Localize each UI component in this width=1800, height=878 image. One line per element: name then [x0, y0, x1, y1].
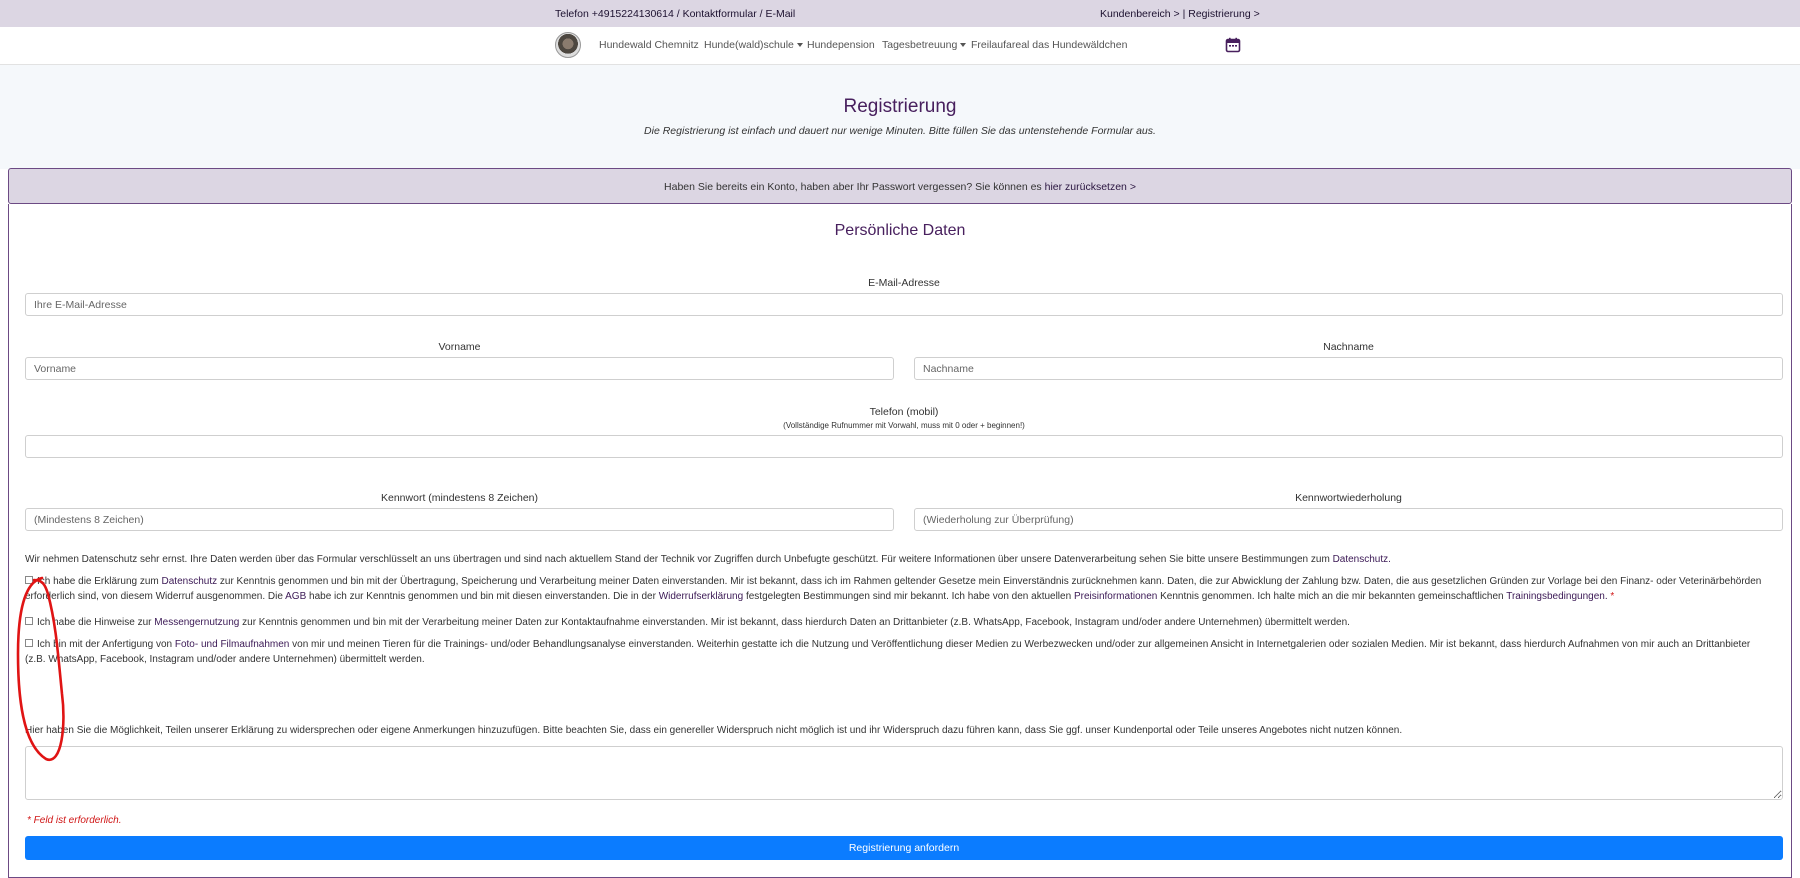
password-reset-notice: Haben Sie bereits ein Konto, haben aber … — [8, 168, 1792, 204]
privacy-intro-text: Wir nehmen Datenschutz sehr ernst. Ihre … — [25, 554, 1333, 565]
page-title: Registrierung — [843, 96, 957, 117]
consent2-text-2: zur Kenntnis genommen und bin mit der Ve… — [239, 617, 1350, 628]
nav-item-hundeschule-label: Hunde(wald)schule — [704, 39, 794, 51]
consent1-prices-link[interactable]: Preisinformationen — [1074, 591, 1157, 602]
required-asterisk: * — [1607, 591, 1615, 602]
chevron-down-icon — [796, 43, 803, 48]
consent1-privacy-link[interactable]: Datenschutz — [162, 576, 218, 587]
nav-item-hundeschule[interactable]: Hunde(wald)schule — [704, 39, 803, 51]
email-field[interactable] — [25, 293, 1783, 316]
required-field-note: * Feld ist erforderlich. — [27, 815, 122, 826]
consent-messenger: Ich habe die Hinweise zur Messengernutzu… — [25, 615, 1765, 630]
calendar-icon[interactable] — [1225, 37, 1241, 53]
firstname-field[interactable] — [25, 357, 894, 380]
consent1-text-3: habe ich zur Kenntnis genommen und bin m… — [306, 591, 659, 602]
main-navigation: Hundewald Chemnitz Hunde(wald)schule Hun… — [0, 27, 1800, 65]
consent1-text-4: festgelegten Bestimmungen sind mir bekan… — [743, 591, 1074, 602]
consent-messenger-checkbox[interactable] — [25, 617, 33, 626]
objection-text: Hier haben Sie die Möglichkeit, Teilen u… — [25, 725, 1403, 736]
consent2-text-1: Ich habe die Hinweise zur — [37, 617, 155, 628]
password-repeat-field[interactable] — [914, 508, 1783, 531]
nav-item-tagesbetreuung-label: Tagesbetreuung — [882, 39, 958, 51]
consent1-text-5: Kenntnis genommen. Ich halte mich an die… — [1157, 591, 1507, 602]
top-contact-bar: Telefon +4915224130614 / Kontaktformular… — [0, 0, 1800, 27]
objection-notes-textarea[interactable] — [25, 746, 1783, 800]
consent-privacy-agb: Ich habe die Erklärung zum Datenschutz z… — [25, 574, 1765, 604]
customer-area-links[interactable]: Kundenbereich > | Registrierung > — [1100, 8, 1260, 20]
privacy-link[interactable]: Datenschutz. — [1333, 554, 1391, 565]
consent1-training-link[interactable]: Trainingsbedingungen. — [1506, 591, 1607, 602]
password-reset-link[interactable]: hier zurücksetzen > — [1045, 181, 1136, 193]
lastname-label: Nachname — [1323, 341, 1374, 353]
phone-label: Telefon (mobil) — [869, 406, 939, 418]
consent-media-checkbox[interactable] — [25, 639, 33, 648]
logo[interactable] — [555, 32, 581, 58]
firstname-label: Vorname — [438, 341, 481, 353]
nav-item-freilaufareal[interactable]: Freilaufareal das Hundewäldchen — [971, 39, 1127, 51]
consent-media: Ich bin mit der Anfertigung von Foto- un… — [25, 637, 1765, 667]
consent2-messenger-link[interactable]: Messengernutzung — [154, 617, 239, 628]
registration-form: Persönliche Daten E-Mail-Adresse Vorname… — [8, 204, 1792, 878]
password-label: Kennwort (mindestens 8 Zeichen) — [381, 492, 538, 504]
submit-registration-button[interactable]: Registrierung anfordern — [25, 836, 1783, 860]
password-field[interactable] — [25, 508, 894, 531]
nav-item-hundewald[interactable]: Hundewald Chemnitz — [599, 39, 699, 51]
consent-privacy-checkbox[interactable] — [25, 576, 33, 585]
consent1-text-1: Ich habe die Erklärung zum — [37, 576, 162, 587]
consent1-agb-link[interactable]: AGB — [285, 591, 306, 602]
chevron-down-icon — [960, 43, 967, 48]
phone-hint: (Vollständige Rufnummer mit Vorwahl, mus… — [783, 421, 1025, 430]
password-reset-text: Haben Sie bereits ein Konto, haben aber … — [664, 181, 1045, 193]
page-subtitle: Die Registrierung ist einfach und dauert… — [644, 125, 1156, 137]
section-title: Persönliche Daten — [834, 222, 966, 239]
contact-links[interactable]: Telefon +4915224130614 / Kontaktformular… — [555, 8, 795, 20]
page-header: Registrierung Die Registrierung ist einf… — [0, 65, 1800, 169]
password-repeat-label: Kennwortwiederholung — [1295, 492, 1402, 504]
nav-item-hundepension[interactable]: Hundepension — [807, 39, 875, 51]
lastname-field[interactable] — [914, 357, 1783, 380]
phone-field[interactable] — [25, 435, 1783, 458]
consent3-text-1: Ich bin mit der Anfertigung von — [37, 639, 175, 650]
consent1-withdrawal-link[interactable]: Widerrufserklärung — [659, 591, 743, 602]
email-label: E-Mail-Adresse — [868, 277, 940, 289]
nav-item-tagesbetreuung[interactable]: Tagesbetreuung — [882, 39, 967, 51]
consent3-media-link[interactable]: Foto- und Filmaufnahmen — [175, 639, 290, 650]
privacy-intro: Wir nehmen Datenschutz sehr ernst. Ihre … — [25, 552, 1765, 567]
